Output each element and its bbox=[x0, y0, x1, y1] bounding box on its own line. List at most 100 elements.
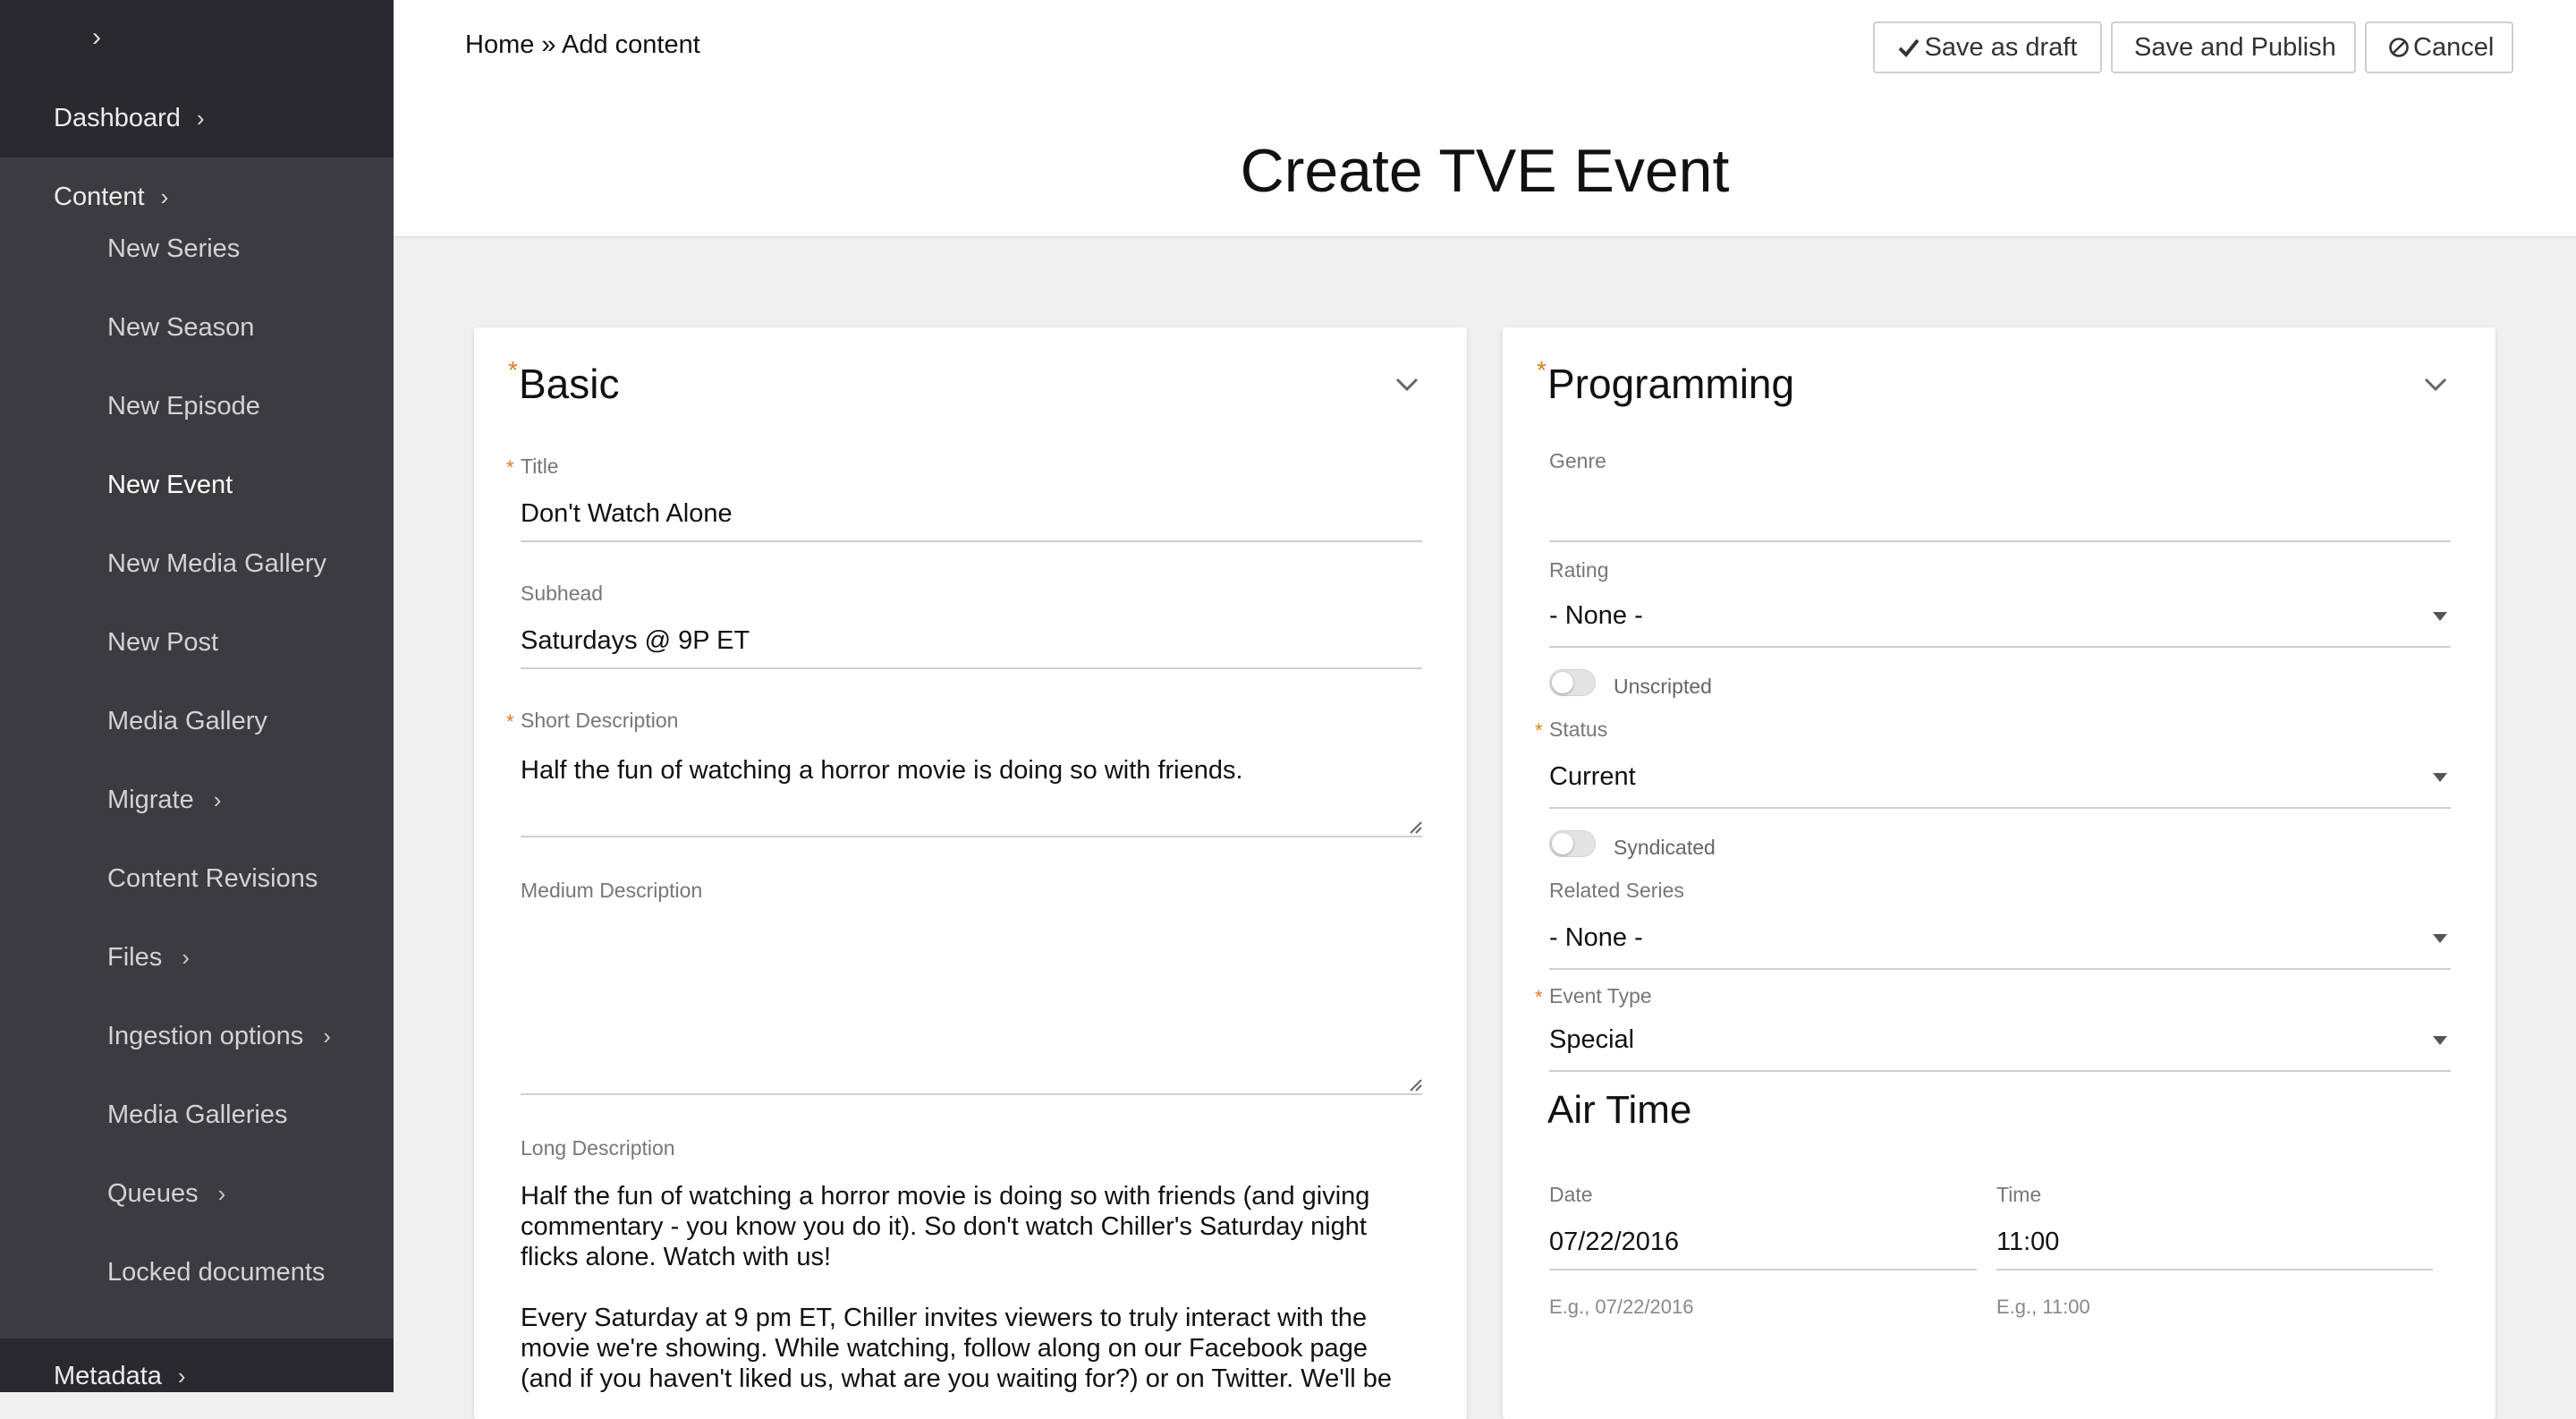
basic-panel: * Basic * Title Don't Watch Alone Subhead … bbox=[474, 327, 1467, 1419]
sidebar-item-new-event[interactable]: New Event bbox=[107, 467, 233, 503]
long-description-label: Long Description bbox=[521, 1136, 675, 1160]
dropdown-arrow-icon bbox=[2433, 1036, 2447, 1045]
event-type-label: * Event Type bbox=[1535, 984, 1652, 1008]
subhead-input-underline bbox=[521, 667, 1422, 669]
status-select[interactable]: Current bbox=[1549, 762, 2451, 792]
required-mark: * bbox=[508, 356, 518, 384]
sidebar-toggle-icon[interactable]: › bbox=[79, 20, 114, 55]
sidebar-item-label: New Event bbox=[107, 471, 233, 499]
chevron-right-icon: › bbox=[182, 944, 190, 971]
sidebar-item-content-revisions[interactable]: Content Revisions bbox=[107, 861, 318, 896]
title-input[interactable]: Don't Watch Alone bbox=[521, 499, 733, 529]
button-label: Save and Publish bbox=[2134, 33, 2336, 62]
long-description-paragraph: Half the fun of watching a horror movie … bbox=[521, 1182, 1370, 1271]
sidebar-item-new-post[interactable]: New Post bbox=[107, 625, 218, 660]
breadcrumb[interactable]: Home » Add content bbox=[465, 30, 700, 60]
sidebar-item-label: Content bbox=[54, 183, 145, 211]
event-type-underline bbox=[1549, 1070, 2451, 1072]
panel-title-text: Programming bbox=[1547, 361, 1795, 407]
save-as-draft-button[interactable]: Save as draft bbox=[1873, 21, 2102, 73]
status-underline bbox=[1549, 807, 2451, 809]
sidebar-item-migrate[interactable]: Migrate › bbox=[107, 782, 221, 818]
sidebar-item-queues[interactable]: Queues › bbox=[107, 1176, 225, 1211]
panel-title-text: Basic bbox=[519, 361, 620, 407]
syndicated-label: Syndicated bbox=[1614, 836, 1716, 859]
chevron-right-icon: › bbox=[323, 1023, 331, 1049]
cancel-button[interactable]: Cancel bbox=[2365, 21, 2513, 73]
subhead-label: Subhead bbox=[521, 582, 604, 605]
sidebar-item-ingestion-options[interactable]: Ingestion options › bbox=[107, 1018, 331, 1054]
dropdown-arrow-icon bbox=[2433, 934, 2447, 943]
resize-handle-icon[interactable] bbox=[1408, 1077, 1422, 1092]
sidebar-item-label: New Series bbox=[107, 234, 241, 263]
chevron-right-icon: › bbox=[217, 1180, 226, 1207]
sidebar-item-files[interactable]: Files › bbox=[107, 939, 190, 975]
event-type-select[interactable]: Special bbox=[1549, 1025, 2451, 1055]
genre-underline bbox=[1549, 540, 2451, 542]
date-underline bbox=[1549, 1269, 1977, 1270]
chevron-down-icon[interactable] bbox=[2420, 369, 2451, 399]
label-text: Short Description bbox=[521, 709, 679, 732]
page-title: Create TVE Event bbox=[1240, 137, 1730, 205]
genre-input[interactable] bbox=[1549, 496, 2451, 531]
subhead-input[interactable]: Saturdays @ 9P ET bbox=[521, 626, 750, 656]
sidebar-item-label: Metadata bbox=[54, 1362, 162, 1390]
sidebar-item-label: Locked documents bbox=[107, 1258, 326, 1287]
sidebar-item-new-episode[interactable]: New Episode bbox=[107, 388, 260, 424]
toggle-knob bbox=[1552, 833, 1573, 854]
sidebar-item-label: Media Gallery bbox=[107, 707, 267, 735]
long-description-textarea[interactable]: Half the fun of watching a horror movie … bbox=[521, 1181, 1406, 1394]
related-series-underline bbox=[1549, 968, 2451, 970]
date-label: Date bbox=[1549, 1183, 1593, 1206]
sidebar-item-media-gallery[interactable]: Media Gallery bbox=[107, 703, 267, 739]
sidebar-item-media-galleries[interactable]: Media Galleries bbox=[107, 1097, 287, 1133]
unscripted-label: Unscripted bbox=[1614, 675, 1712, 698]
time-input[interactable]: 11:00 bbox=[1996, 1228, 2433, 1257]
rating-select[interactable]: - None - bbox=[1549, 601, 2451, 631]
chevron-right-icon: › bbox=[177, 1363, 186, 1389]
sidebar-item-label: New Season bbox=[107, 313, 255, 342]
save-and-publish-button[interactable]: Save and Publish bbox=[2111, 21, 2356, 73]
sidebar-item-label: Queues bbox=[107, 1179, 199, 1208]
required-mark: * bbox=[1535, 719, 1543, 742]
page-header: Home » Add content Save as draft Save an… bbox=[394, 0, 2576, 238]
sidebar-item-content[interactable]: Content › bbox=[54, 179, 168, 215]
medium-description-underline bbox=[521, 1093, 1422, 1095]
button-label: Save as draft bbox=[1924, 33, 2078, 62]
syndicated-toggle[interactable] bbox=[1549, 830, 1596, 857]
sidebar: › Dashboard › Content › New Series New Sea… bbox=[0, 0, 394, 1392]
date-hint: E.g., 07/22/2016 bbox=[1549, 1296, 1694, 1318]
sidebar-item-new-media-gallery[interactable]: New Media Gallery bbox=[107, 546, 326, 582]
label-text: Event Type bbox=[1549, 984, 1652, 1007]
required-mark: * bbox=[506, 710, 514, 733]
sidebar-item-locked-documents[interactable]: Locked documents bbox=[107, 1254, 325, 1290]
time-label: Time bbox=[1996, 1183, 2042, 1206]
rating-underline bbox=[1549, 646, 2451, 648]
programming-panel: * Programming Genre Rating - None - Unscr… bbox=[1503, 327, 2496, 1419]
select-value: - None - bbox=[1549, 923, 1643, 952]
related-series-select[interactable]: - None - bbox=[1549, 923, 2451, 953]
sidebar-item-label: Content Revisions bbox=[107, 864, 318, 893]
resize-handle-icon[interactable] bbox=[1408, 820, 1422, 834]
select-value: Special bbox=[1549, 1025, 1635, 1054]
sidebar-item-metadata[interactable]: Metadata › bbox=[54, 1358, 186, 1392]
medium-description-textarea[interactable] bbox=[521, 923, 1406, 1075]
air-time-heading: Air Time bbox=[1547, 1088, 1692, 1132]
date-input[interactable]: 07/22/2016 bbox=[1549, 1228, 1977, 1257]
basic-panel-title: * Basic bbox=[508, 356, 620, 408]
unscripted-toggle[interactable] bbox=[1549, 669, 1596, 696]
sidebar-item-new-season[interactable]: New Season bbox=[107, 310, 254, 345]
sidebar-item-new-series[interactable]: New Series bbox=[107, 231, 240, 267]
chevron-right-icon: › bbox=[213, 786, 222, 813]
checkmark-icon bbox=[1898, 38, 1919, 57]
chevron-right-icon: › bbox=[196, 105, 205, 132]
select-value: Current bbox=[1549, 762, 1636, 791]
chevron-down-icon[interactable] bbox=[1392, 369, 1422, 399]
time-hint: E.g., 11:00 bbox=[1996, 1296, 2090, 1318]
toggle-knob bbox=[1552, 672, 1573, 693]
short-description-textarea[interactable]: Half the fun of watching a horror movie … bbox=[521, 755, 1406, 786]
sidebar-item-dashboard[interactable]: Dashboard › bbox=[54, 100, 205, 136]
required-mark: * bbox=[506, 456, 514, 479]
dropdown-arrow-icon bbox=[2433, 773, 2447, 782]
related-series-label: Related Series bbox=[1549, 879, 1684, 902]
